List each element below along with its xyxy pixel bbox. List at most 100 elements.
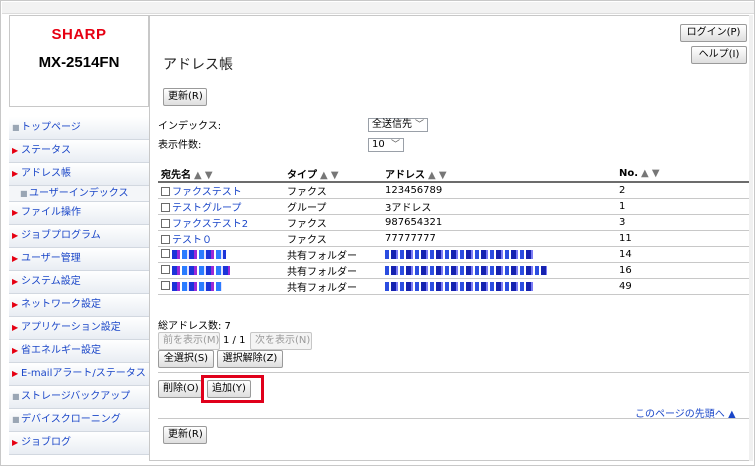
sidebar-item[interactable]: ▶ ジョブログ xyxy=(9,432,149,455)
cell-type: グループ xyxy=(284,198,382,215)
row-checkbox[interactable] xyxy=(161,219,170,228)
sort-arrows-icon[interactable]: ▲ ▼ xyxy=(194,170,213,180)
row-checkbox[interactable] xyxy=(161,187,170,196)
row-checkbox[interactable] xyxy=(161,235,170,244)
table-row: 共有フォルダー 49 xyxy=(158,278,750,295)
next-page-button[interactable]: 次を表示(N) xyxy=(250,332,312,350)
cell-type: ファクス xyxy=(284,181,382,199)
sidebar-item-label: システム設定 xyxy=(21,276,81,287)
cell-address xyxy=(382,278,616,295)
sidebar-item[interactable]: ▶ アドレス帳 xyxy=(9,163,149,186)
sidebar-item[interactable]: ▶ 省エネルギー設定 xyxy=(9,340,149,363)
cell-no: 2 xyxy=(616,181,750,199)
cell-type: ファクス xyxy=(284,214,382,231)
arrow-right-icon: ▶ xyxy=(12,231,19,240)
cell-type: 共有フォルダー xyxy=(284,246,382,263)
entry-name-link[interactable]: テストグループ xyxy=(172,203,241,214)
arrow-right-icon: ▶ xyxy=(12,369,19,378)
highlight-box xyxy=(201,375,264,403)
sidebar-item-label: アドレス帳 xyxy=(21,168,71,179)
sidebar-item[interactable]: ■ ストレージバックアップ xyxy=(9,386,149,409)
refresh-button-bottom[interactable]: 更新(R) xyxy=(163,426,207,444)
address-table-body: ファクステスト ファクス 123456789 2 テストグループ グループ 3アドレス 1 ファ… xyxy=(158,181,750,295)
cell-no: 1 xyxy=(616,198,750,215)
sidebar-item[interactable]: ▶ E-mailアラート/ステータス xyxy=(9,363,149,386)
help-button[interactable]: ヘルプ(I) xyxy=(691,46,747,64)
square-bullet-icon: ■ xyxy=(12,123,20,132)
sidebar-item[interactable]: ▶ ユーザー管理 xyxy=(9,248,149,271)
square-bullet-icon: ■ xyxy=(12,392,20,401)
row-checkbox[interactable] xyxy=(161,203,170,212)
sidebar-item[interactable]: ▶ ステータス xyxy=(9,140,149,163)
table-row: 共有フォルダー 14 xyxy=(158,246,750,263)
scrollbar[interactable] xyxy=(749,15,753,461)
sidebar-item-label: ユーザーインデックス xyxy=(29,188,129,199)
square-bullet-icon: ■ xyxy=(20,189,28,198)
redacted-name xyxy=(172,265,230,275)
refresh-button-top[interactable]: 更新(R) xyxy=(163,88,207,106)
table-row: ファクステスト2 ファクス 987654321 3 xyxy=(158,214,750,231)
redacted-name xyxy=(172,281,222,291)
cell-name[interactable]: テスト０ xyxy=(158,230,284,247)
sidebar-item[interactable]: ▶ システム設定 xyxy=(9,271,149,294)
deselect-all-button[interactable]: 選択解除(Z) xyxy=(217,350,283,368)
cell-name[interactable] xyxy=(158,262,284,279)
entry-name-link[interactable]: テスト０ xyxy=(172,235,212,246)
index-select-value: 全送信先 xyxy=(372,119,412,130)
sort-arrows-icon[interactable]: ▲ ▼ xyxy=(320,170,339,180)
count-select-value: 10 xyxy=(372,139,385,150)
cell-name[interactable] xyxy=(158,278,284,295)
cell-no: 14 xyxy=(616,246,750,263)
cell-name[interactable]: ファクステスト xyxy=(158,181,284,199)
column-header-address[interactable]: アドレス ▲ ▼ xyxy=(382,166,616,183)
sidebar-item-label: 省エネルギー設定 xyxy=(21,345,101,356)
arrow-right-icon: ▶ xyxy=(12,323,19,332)
entry-name-link[interactable]: ファクステスト2 xyxy=(172,219,248,230)
redacted-name xyxy=(172,249,226,259)
sidebar-item[interactable]: ▶ ジョブプログラム xyxy=(9,225,149,248)
row-checkbox[interactable] xyxy=(161,249,170,258)
sidebar-item[interactable]: ▶ アプリケーション設定 xyxy=(9,317,149,340)
sidebar-item-label: E-mailアラート/ステータス xyxy=(21,368,146,379)
sidebar-item[interactable]: ■ トップページ xyxy=(9,117,149,140)
sidebar-item[interactable]: ▶ ファイル操作 xyxy=(9,202,149,225)
address-table: 宛先名 ▲ ▼ タイプ ▲ ▼ アドレス ▲ ▼ No. ▲ ▼ ファクステスト ファクス… xyxy=(158,166,750,295)
select-all-button[interactable]: 全選択(S) xyxy=(158,350,214,368)
table-row: 共有フォルダー 16 xyxy=(158,262,750,279)
sidebar-item-label: ジョブログ xyxy=(21,437,71,448)
sort-arrows-icon[interactable]: ▲ ▼ xyxy=(641,168,660,179)
square-bullet-icon: ■ xyxy=(12,415,20,424)
sidebar-item[interactable]: ▶ ネットワーク設定 xyxy=(9,294,149,317)
sidebar-item[interactable]: ■ デバイスクローニング xyxy=(9,409,149,432)
prev-page-button[interactable]: 前を表示(M) xyxy=(158,332,220,350)
cell-name[interactable]: テストグループ xyxy=(158,198,284,215)
table-row: テスト０ ファクス 77777777 11 xyxy=(158,230,750,247)
page-title: アドレス帳 xyxy=(163,57,233,73)
sidebar-item-label: デバイスクローニング xyxy=(21,414,121,425)
cell-type: 共有フォルダー xyxy=(284,262,382,279)
row-checkbox[interactable] xyxy=(161,281,170,290)
sort-arrows-icon[interactable]: ▲ ▼ xyxy=(428,170,447,180)
row-checkbox[interactable] xyxy=(161,265,170,274)
sidebar-item[interactable]: ■ ユーザーインデックス xyxy=(9,186,149,202)
sidebar-item-label: ストレージバックアップ xyxy=(21,391,131,402)
cell-name[interactable]: ファクステスト2 xyxy=(158,214,284,231)
browser-frame: SHARP MX-2514FN ■ トップページ ▶ ステータス ▶ アドレス帳 ■ ユーザー… xyxy=(0,0,755,466)
cell-address: 123456789 xyxy=(382,181,616,199)
delete-button[interactable]: 削除(O) xyxy=(158,380,202,398)
column-header-type[interactable]: タイプ ▲ ▼ xyxy=(284,166,382,183)
cell-name[interactable] xyxy=(158,246,284,263)
count-select[interactable]: 10 ﹀ xyxy=(368,138,404,152)
index-select[interactable]: 全送信先 ﹀ xyxy=(368,118,428,132)
sidebar-item-label: ステータス xyxy=(21,145,71,156)
sidebar: SHARP MX-2514FN ■ トップページ ▶ ステータス ▶ アドレス帳 ■ ユーザー… xyxy=(9,15,149,461)
entry-name-link[interactable]: ファクステスト xyxy=(172,187,242,198)
count-label: 表示件数: xyxy=(158,140,202,151)
divider xyxy=(158,418,750,419)
column-header-no[interactable]: No. ▲ ▼ xyxy=(616,166,750,183)
chevron-down-icon: ﹀ xyxy=(390,140,400,150)
top-strip xyxy=(2,2,754,14)
login-button[interactable]: ログイン(P) xyxy=(680,24,747,42)
arrow-right-icon: ▶ xyxy=(12,277,19,286)
column-header-name[interactable]: 宛先名 ▲ ▼ xyxy=(158,166,284,183)
